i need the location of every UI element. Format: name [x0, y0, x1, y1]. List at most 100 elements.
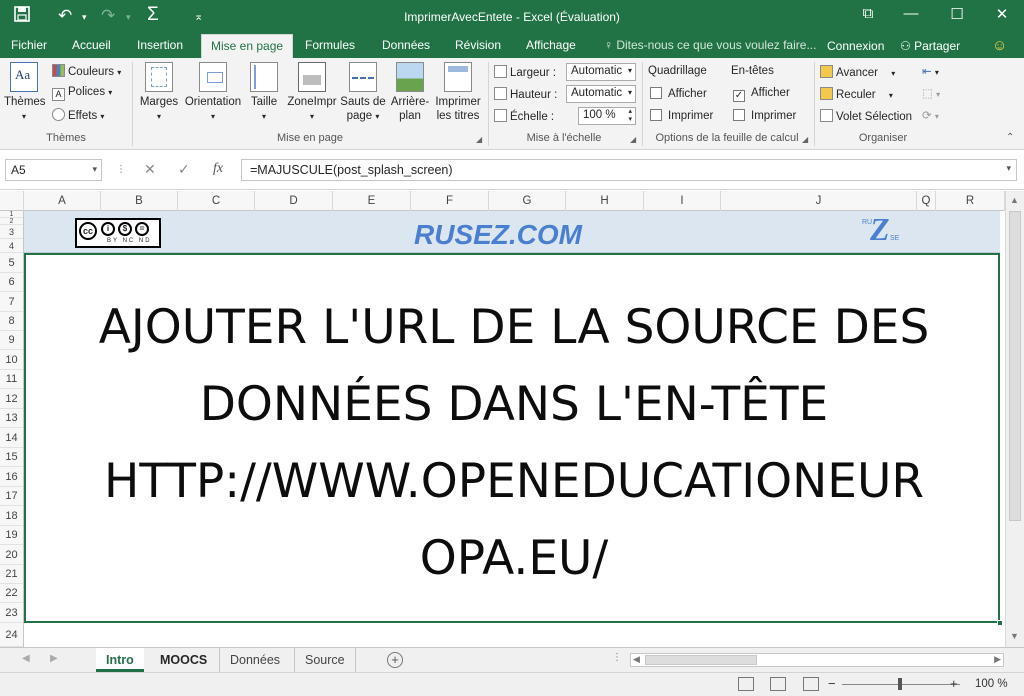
row-header[interactable]: 20: [0, 545, 23, 565]
row-header[interactable]: 6: [0, 273, 23, 292]
tab-mise-en-page[interactable]: Mise en page: [201, 34, 294, 58]
align-icon[interactable]: ⇤ ▾: [922, 64, 939, 78]
tab-revision[interactable]: Révision: [446, 34, 510, 58]
sheet-tab-source[interactable]: Source: [294, 648, 356, 672]
zoom-out-icon[interactable]: −: [828, 676, 836, 691]
smiley-feedback-icon[interactable]: ☺: [992, 37, 1007, 54]
column-header[interactable]: D: [255, 191, 333, 211]
echelle-spinner[interactable]: 100 % ▴ ▾: [578, 107, 636, 125]
column-header[interactable]: A: [24, 191, 101, 211]
row-header[interactable]: 4: [0, 239, 23, 253]
volet-selection-button[interactable]: Volet Sélection: [820, 109, 912, 123]
entetes-afficher-checkbox[interactable]: ✓ Afficher: [733, 87, 790, 102]
ribbon-display-icon[interactable]: ⧉: [854, 5, 882, 22]
column-header[interactable]: J: [721, 191, 917, 211]
maximize-button[interactable]: ☐: [943, 5, 971, 23]
horizontal-scrollbar[interactable]: ◀ ▶: [630, 653, 1004, 667]
echelle-launcher-icon[interactable]: ◢: [630, 135, 636, 144]
row-header[interactable]: 5: [0, 253, 23, 273]
row-header[interactable]: 15: [0, 448, 23, 467]
column-header[interactable]: G: [489, 191, 566, 211]
column-header[interactable]: H: [566, 191, 644, 211]
column-header[interactable]: E: [333, 191, 411, 211]
fill-handle[interactable]: [997, 620, 1003, 626]
prev-sheet-icon[interactable]: ◀: [22, 653, 30, 664]
collapse-ribbon-icon[interactable]: ⌃: [1006, 132, 1014, 143]
tab-donnees[interactable]: Données: [373, 34, 439, 58]
row-header[interactable]: 10: [0, 350, 23, 370]
sheet-tab-intro[interactable]: Intro: [96, 648, 144, 672]
select-all-corner[interactable]: [0, 191, 24, 211]
tab-insertion[interactable]: Insertion: [128, 34, 192, 58]
name-box[interactable]: A5 ▾: [5, 159, 102, 181]
formula-input[interactable]: =MAJUSCULE(post_splash_screen) ▾: [241, 159, 1017, 181]
enter-formula-icon[interactable]: ✓: [178, 161, 190, 178]
scroll-right-icon[interactable]: ▶: [994, 654, 1001, 665]
row-header[interactable]: 14: [0, 428, 23, 448]
minimize-button[interactable]: —: [897, 5, 925, 22]
horizontal-scroll-thumb[interactable]: [645, 655, 757, 665]
tell-me-search[interactable]: ♀ Dites-nous ce que vous voulez faire...: [604, 38, 816, 52]
reculer-button[interactable]: Reculer ▾: [820, 87, 893, 101]
avancer-button[interactable]: Avancer ▾: [820, 65, 895, 79]
zoom-level[interactable]: 100 %: [975, 678, 1008, 690]
vertical-scroll-thumb[interactable]: [1009, 211, 1021, 521]
worksheet-grid[interactable]: cc i $ = BY NC ND RUSEZ.COM RU Z SE AJOU…: [24, 211, 1004, 647]
tab-fichier[interactable]: Fichier: [2, 34, 56, 58]
entetes-imprimer-checkbox[interactable]: Imprimer: [733, 109, 796, 122]
tab-splitter-icon[interactable]: ⋮: [612, 652, 622, 663]
cancel-formula-icon[interactable]: ✕: [144, 161, 156, 178]
share-button[interactable]: ⚇ Partager: [900, 39, 960, 53]
add-sheet-button[interactable]: +: [387, 652, 403, 668]
expand-formula-icon[interactable]: ▾: [1006, 163, 1011, 174]
page-layout-view-icon[interactable]: [770, 677, 786, 691]
sheet-tab-moocs[interactable]: MOOCS: [150, 648, 217, 672]
row-header[interactable]: 8: [0, 312, 23, 331]
row-header[interactable]: 3: [0, 225, 23, 239]
scroll-up-icon[interactable]: ▲: [1010, 195, 1019, 205]
insert-function-icon[interactable]: fx: [213, 161, 223, 177]
taille-button[interactable]: Taille ▾: [246, 62, 282, 124]
themes-button[interactable]: Aa Thèmes ▾: [4, 62, 46, 124]
zoom-slider-thumb[interactable]: [898, 678, 902, 690]
row-header[interactable]: 21: [0, 565, 23, 584]
row-header[interactable]: 24: [0, 623, 23, 647]
next-sheet-icon[interactable]: ▶: [50, 653, 58, 664]
effets-button[interactable]: Effets ▾: [52, 108, 104, 122]
row-header[interactable]: 1: [0, 211, 23, 218]
polices-button[interactable]: A Polices ▾: [52, 86, 112, 101]
quadrillage-imprimer-checkbox[interactable]: Imprimer: [650, 109, 713, 122]
column-header[interactable]: F: [411, 191, 489, 211]
sauts-de-page-button[interactable]: Sauts de page ▾: [340, 62, 386, 124]
tab-accueil[interactable]: Accueil: [63, 34, 120, 58]
selected-cell-a5[interactable]: AJOUTER L'URL DE LA SOURCE DES DONNÉES D…: [24, 253, 1003, 626]
column-header[interactable]: C: [178, 191, 255, 211]
row-header[interactable]: 7: [0, 292, 23, 312]
hauteur-dropdown[interactable]: Automatic ▾: [566, 85, 636, 103]
row-header[interactable]: 16: [0, 467, 23, 487]
row-header[interactable]: 12: [0, 389, 23, 409]
vertical-scrollbar[interactable]: ▲ ▼: [1005, 191, 1024, 647]
scroll-left-icon[interactable]: ◀: [633, 654, 640, 665]
zone-impr-button[interactable]: ZoneImpr ▾: [284, 62, 340, 124]
row-header[interactable]: 11: [0, 370, 23, 389]
close-button[interactable]: ✕: [988, 5, 1016, 23]
row-header[interactable]: 19: [0, 526, 23, 545]
page-break-preview-icon[interactable]: [803, 677, 819, 691]
scroll-down-icon[interactable]: ▼: [1010, 631, 1019, 641]
mise-en-page-launcher-icon[interactable]: ◢: [476, 135, 482, 144]
arriere-plan-button[interactable]: Arrière-plan: [388, 62, 432, 123]
tab-affichage[interactable]: Affichage: [517, 34, 585, 58]
largeur-dropdown[interactable]: Automatic ▾: [566, 63, 636, 81]
row-header[interactable]: 13: [0, 409, 23, 428]
row-header[interactable]: 22: [0, 584, 23, 603]
normal-view-icon[interactable]: [738, 677, 754, 691]
imprimer-titres-button[interactable]: Imprimer les titres: [432, 62, 484, 123]
row-header[interactable]: 9: [0, 331, 23, 350]
tab-formules[interactable]: Formules: [296, 34, 364, 58]
column-header[interactable]: I: [644, 191, 721, 211]
connexion-link[interactable]: Connexion: [827, 39, 884, 53]
quadrillage-afficher-checkbox[interactable]: Afficher: [650, 87, 707, 100]
column-header[interactable]: R: [936, 191, 1005, 211]
row-header[interactable]: 17: [0, 487, 23, 506]
